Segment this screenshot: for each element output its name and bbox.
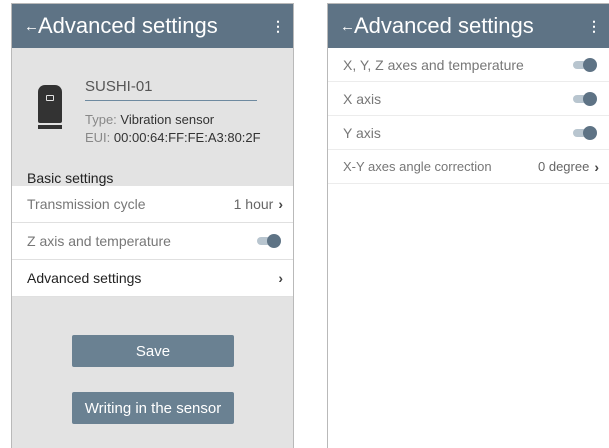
section-title-basic-settings: Basic settings	[27, 170, 114, 186]
xyz-axes-toggle[interactable]	[573, 57, 597, 72]
x-axis-toggle[interactable]	[573, 91, 597, 106]
overflow-menu-icon[interactable]: ⋮	[579, 18, 609, 35]
app-bar: ← Advanced settings ⋮	[328, 4, 609, 48]
device-name: SUSHI-01	[85, 78, 153, 95]
overflow-menu-icon[interactable]: ⋮	[263, 18, 293, 35]
row-x-axis: X axis	[328, 82, 609, 116]
device-info: SUSHI-01 Type: Vibration sensor EUI: 00:…	[12, 48, 293, 160]
page-title: Advanced settings	[38, 13, 218, 38]
page-title: Advanced settings	[354, 13, 534, 38]
device-eui: EUI: 00:00:64:FF:FE:A3:80:2F	[85, 130, 261, 145]
right-screen: ← Advanced settings ⋮ X, Y, Z axes and t…	[327, 3, 609, 448]
device-name-underline	[85, 100, 257, 101]
row-xyz-axes-temperature: X, Y, Z axes and temperature	[328, 48, 609, 82]
row-advanced-settings[interactable]: Advanced settings ›	[12, 260, 293, 297]
row-label: X, Y, Z axes and temperature	[343, 56, 524, 73]
write-to-sensor-button[interactable]: Writing in the sensor	[72, 392, 234, 424]
row-label: Z axis and temperature	[27, 233, 171, 249]
row-transmission-cycle[interactable]: Transmission cycle 1 hour ›	[12, 186, 293, 223]
row-label: Y axis	[343, 124, 381, 141]
row-y-axis: Y axis	[328, 116, 609, 150]
back-arrow-icon[interactable]: ←	[328, 19, 355, 34]
chevron-right-icon: ›	[278, 196, 283, 212]
save-button[interactable]: Save	[72, 335, 234, 367]
row-value: 0 degree	[538, 159, 590, 174]
row-label: Advanced settings	[27, 270, 142, 286]
back-arrow-icon[interactable]: ←	[12, 19, 39, 34]
device-type-value: Vibration sensor	[120, 112, 215, 127]
row-label: Transmission cycle	[27, 196, 146, 212]
row-label: X-Y axes angle correction	[343, 159, 492, 174]
row-z-axis-temperature: Z axis and temperature	[12, 223, 293, 260]
row-label: X axis	[343, 90, 382, 107]
left-screen: ← Advanced settings ⋮ SUSHI-01 Type: Vib…	[11, 3, 294, 448]
row-xy-angle-correction[interactable]: X-Y axes angle correction 0 degree ›	[328, 150, 609, 184]
device-eui-value: 00:00:64:FF:FE:A3:80:2F	[113, 130, 261, 145]
app-bar: ← Advanced settings ⋮	[12, 4, 293, 48]
chevron-right-icon: ›	[594, 158, 599, 175]
device-type: Type: Vibration sensor	[85, 112, 215, 127]
y-axis-toggle[interactable]	[573, 125, 597, 140]
z-axis-toggle[interactable]	[257, 234, 281, 248]
row-value: 1 hour	[233, 196, 274, 212]
chevron-right-icon: ›	[278, 270, 283, 286]
sensor-device-icon	[38, 85, 62, 129]
